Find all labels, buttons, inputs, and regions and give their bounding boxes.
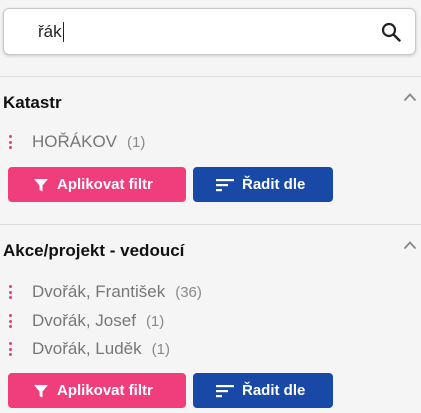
- drag-handle-icon[interactable]: [9, 284, 13, 300]
- list-item[interactable]: Dvořák, Josef (1): [9, 310, 164, 332]
- search-area: řák: [0, 0, 421, 78]
- item-count: (1): [127, 133, 146, 151]
- chevron-up-icon[interactable]: [403, 240, 417, 250]
- drag-handle-icon[interactable]: [9, 313, 13, 329]
- sort-button[interactable]: Řadit dle: [193, 167, 333, 202]
- search-input[interactable]: řák: [38, 19, 338, 45]
- search-icon[interactable]: [381, 22, 401, 42]
- sort-label: Řadit dle: [242, 176, 306, 193]
- item-count: (1): [145, 312, 165, 330]
- filter-icon: [34, 384, 48, 397]
- sort-label: Řadit dle: [242, 382, 306, 399]
- apply-filter-label: Aplikovat filtr: [57, 176, 153, 193]
- list-item[interactable]: HOŘÁKOV (1): [9, 131, 145, 153]
- sort-button[interactable]: Řadit dle: [193, 373, 333, 408]
- divider: [0, 76, 421, 77]
- chevron-up-icon[interactable]: [403, 92, 417, 102]
- apply-filter-button[interactable]: Aplikovat filtr: [8, 373, 186, 408]
- sort-icon: [216, 384, 234, 397]
- section-title-vedouci: Akce/projekt - vedoucí: [3, 241, 185, 260]
- apply-filter-label: Aplikovat filtr: [57, 382, 153, 399]
- item-label: Dvořák, František: [32, 282, 166, 301]
- item-label: Dvořák, Josef: [32, 311, 136, 330]
- drag-handle-icon[interactable]: [9, 341, 13, 357]
- text-caret: [63, 22, 64, 42]
- drag-handle-icon[interactable]: [9, 134, 13, 150]
- sort-icon: [216, 178, 234, 191]
- list-item[interactable]: Dvořák, Luděk (1): [9, 338, 170, 360]
- apply-filter-button[interactable]: Aplikovat filtr: [8, 167, 186, 202]
- list-item[interactable]: Dvořák, František (36): [9, 281, 202, 303]
- item-label: Dvořák, Luděk: [32, 339, 142, 358]
- search-box[interactable]: řák: [3, 8, 416, 55]
- item-label: HOŘÁKOV: [32, 132, 118, 151]
- filter-icon: [34, 178, 48, 191]
- item-count: (36): [175, 283, 202, 301]
- search-value: řák: [38, 22, 62, 41]
- item-count: (1): [151, 340, 170, 358]
- divider: [0, 224, 421, 225]
- section-title-katastr: Katastr: [3, 93, 62, 112]
